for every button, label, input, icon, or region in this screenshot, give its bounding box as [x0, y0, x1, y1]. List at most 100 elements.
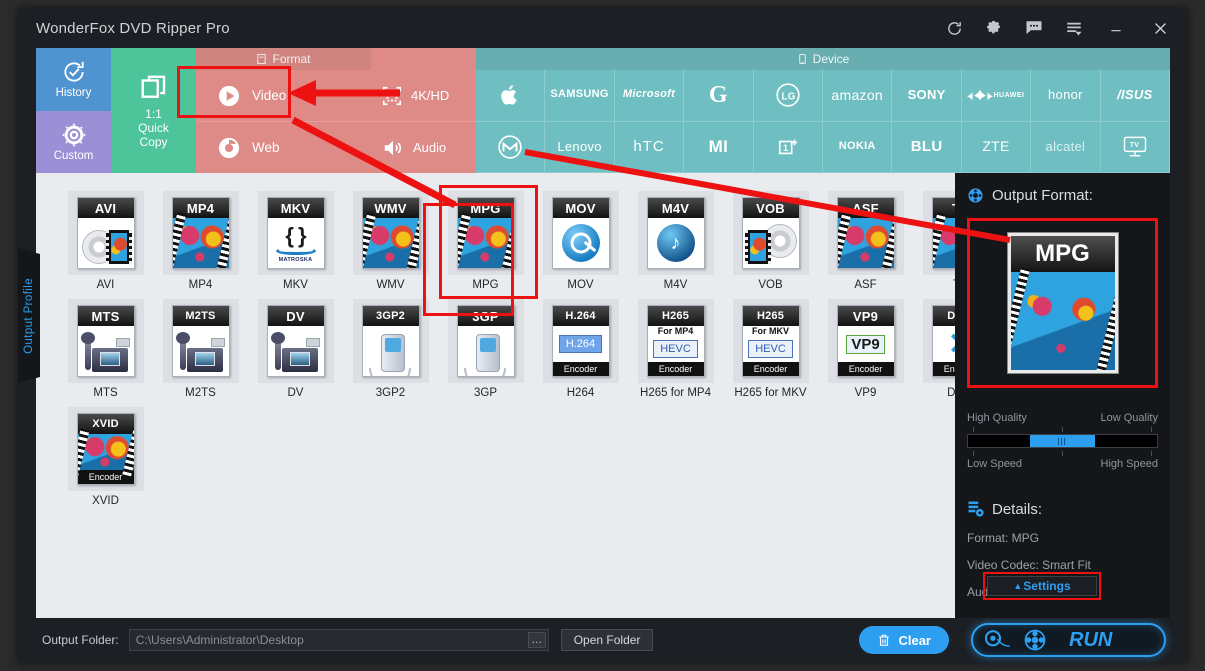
profile-tile-3gp2[interactable]: 3GP2 3GP2	[343, 293, 438, 399]
high-speed-label: High Speed	[1100, 458, 1159, 470]
device-huawei[interactable]: HUAWEI	[961, 70, 1032, 122]
device-sony[interactable]: SONY	[892, 70, 962, 122]
thumb-caption: VOB	[742, 198, 799, 218]
low-quality-label: Low Quality	[1100, 412, 1158, 424]
profile-tile-vp9[interactable]: VP9 VP9 Encoder VP9	[818, 293, 913, 399]
refresh-icon[interactable]	[934, 8, 974, 48]
slider-ticks-bottom	[967, 448, 1158, 458]
thumb-art-balloons	[77, 434, 134, 470]
device-xiaomi[interactable]: MI	[684, 121, 754, 173]
format-audio-button[interactable]: Audio	[371, 121, 476, 173]
matroska-braces: { }	[285, 223, 306, 248]
device-htc[interactable]: hTC	[614, 121, 685, 173]
device-tv[interactable]: TV	[1100, 121, 1170, 173]
device-apple[interactable]	[476, 70, 546, 122]
device-asus[interactable]: /ISUS	[1100, 70, 1170, 122]
profile-tile-mts[interactable]: MTS MTS	[58, 293, 153, 399]
thumb-box: AVI	[67, 191, 144, 275]
profile-tile-h264[interactable]: H.264 H.264 Encoder H264	[533, 293, 628, 399]
format-video-label: Video	[252, 88, 287, 103]
device-samsung[interactable]: SAMSUNG	[545, 70, 615, 122]
minimize-button[interactable]	[1094, 8, 1138, 48]
slider-top-labels: High Quality Low Quality	[967, 412, 1158, 424]
open-folder-button[interactable]: Open Folder	[560, 629, 654, 651]
profile-tile-avi[interactable]: AVI AVI	[58, 185, 153, 291]
thumb-art-camcorder	[77, 326, 134, 376]
browse-button[interactable]: …	[527, 632, 546, 648]
profile-thumb: M2TS	[171, 305, 230, 377]
preview-art-balloons	[1010, 272, 1115, 370]
close-button[interactable]	[1138, 8, 1182, 48]
profile-tile-h265-mp4[interactable]: H265 For MP4 HEVC Encoder H265 for MP4	[628, 293, 723, 399]
profile-tile-h265-mkv[interactable]: H265 For MKV HEVC Encoder H265 for MKV	[723, 293, 818, 399]
output-profile-tab[interactable]: Output Profile	[18, 248, 40, 383]
format-web-button[interactable]: Web	[196, 121, 371, 173]
device-lenovo[interactable]: Lenovo	[545, 121, 615, 173]
feedback-icon[interactable]	[1014, 8, 1054, 48]
device-lg[interactable]: LG	[753, 70, 823, 122]
device-google[interactable]: G	[684, 70, 754, 122]
profile-tile-asf[interactable]: ASF ASF	[818, 185, 913, 291]
thumb-box: 3GP	[447, 299, 524, 383]
format-video-button[interactable]: Video	[196, 70, 371, 121]
profile-tile-wmv[interactable]: WMV WMV	[343, 185, 438, 291]
menu-icon[interactable]	[1054, 8, 1094, 48]
profile-tile-mpg[interactable]: MPG MPG	[438, 185, 538, 299]
profile-tile-mov[interactable]: MOV MOV	[533, 185, 628, 291]
run-button[interactable]: RUN	[971, 623, 1166, 657]
output-folder-input[interactable]: C:\Users\Administrator\Desktop	[128, 629, 549, 651]
thumb-art-badge: HEVC	[647, 336, 704, 362]
thumb-art-mp3player	[362, 326, 419, 376]
device-oneplus[interactable]: 1	[753, 121, 823, 173]
device-section: Device SAMSUNG Microsoft G LG amazon SON…	[476, 48, 1170, 173]
settings-button[interactable]: ▲ Settings	[987, 576, 1097, 596]
device-zte[interactable]: ZTE	[961, 121, 1032, 173]
profile-thumb: WMV	[361, 197, 420, 269]
device-brand-grid: SAMSUNG Microsoft G LG amazon SONY HUAWE…	[476, 70, 1170, 173]
profile-tile-vob[interactable]: VOB VOB	[723, 185, 818, 291]
device-honor[interactable]: honor	[1031, 70, 1101, 122]
profile-name: VOB	[758, 279, 783, 291]
thumb-art-balloons	[837, 218, 894, 268]
thumb-subcaption: For MKV	[742, 326, 799, 336]
device-motorola[interactable]	[476, 121, 546, 173]
profile-thumb: VP9 VP9 Encoder	[836, 305, 895, 377]
output-format-preview: MPG	[1007, 233, 1118, 373]
profile-tile-m4v[interactable]: M4V ♪ M4V	[628, 185, 723, 291]
profile-tile-xvid[interactable]: XVID Encoder XVID	[58, 401, 153, 507]
device-microsoft[interactable]: Microsoft	[614, 70, 685, 122]
profile-tile-m2ts[interactable]: M2TS M2TS	[153, 293, 248, 399]
history-button[interactable]: History	[36, 48, 111, 111]
device-nokia[interactable]: NOKIA	[823, 121, 893, 173]
disc-icon	[985, 630, 1010, 647]
clear-button[interactable]: Clear	[859, 626, 949, 654]
thumb-art-balloons	[172, 218, 229, 268]
profile-tile-ts[interactable]: TS TS	[913, 185, 955, 291]
settings-gear-icon[interactable]	[974, 8, 1014, 48]
device-blu[interactable]: BLU	[892, 121, 962, 173]
details-header: Details:	[967, 500, 1158, 518]
profile-name: MOV	[567, 279, 594, 291]
profile-tile-3gp[interactable]: 3GP 3GP	[438, 293, 533, 399]
profile-name: XVID	[92, 495, 119, 507]
format-4khd-button[interactable]: 4K/HD	[371, 70, 476, 121]
profile-tile-dv[interactable]: DV DV	[248, 293, 343, 399]
thumb-art-badge: HEVC	[742, 336, 799, 362]
slider-thumb[interactable]	[1030, 435, 1095, 447]
format-audio-label: Audio	[413, 140, 447, 155]
quick-copy-button[interactable]: 1:1 Quick Copy	[111, 48, 196, 173]
window-controls	[934, 8, 1182, 48]
device-alcatel[interactable]: alcatel	[1031, 121, 1101, 173]
profile-name: MP4	[188, 279, 213, 291]
profile-tile-mkv[interactable]: MKV { } MATROSKA MKV	[248, 185, 343, 291]
thumb-caption: MKV	[267, 198, 324, 218]
profile-name: DV	[287, 387, 304, 399]
thumb-caption: 3GP	[457, 306, 514, 326]
quick-copy-line2: Quick	[138, 120, 169, 135]
thumb-art-camcorder	[267, 326, 324, 376]
profile-tile-divx[interactable]: DIVX ✕ Encoder DIVX	[913, 293, 955, 399]
profile-tile-mp4[interactable]: MP4 MP4	[153, 185, 248, 291]
device-amazon[interactable]: amazon	[823, 70, 893, 122]
custom-button[interactable]: Custom	[36, 110, 111, 173]
quality-slider[interactable]	[967, 434, 1158, 448]
